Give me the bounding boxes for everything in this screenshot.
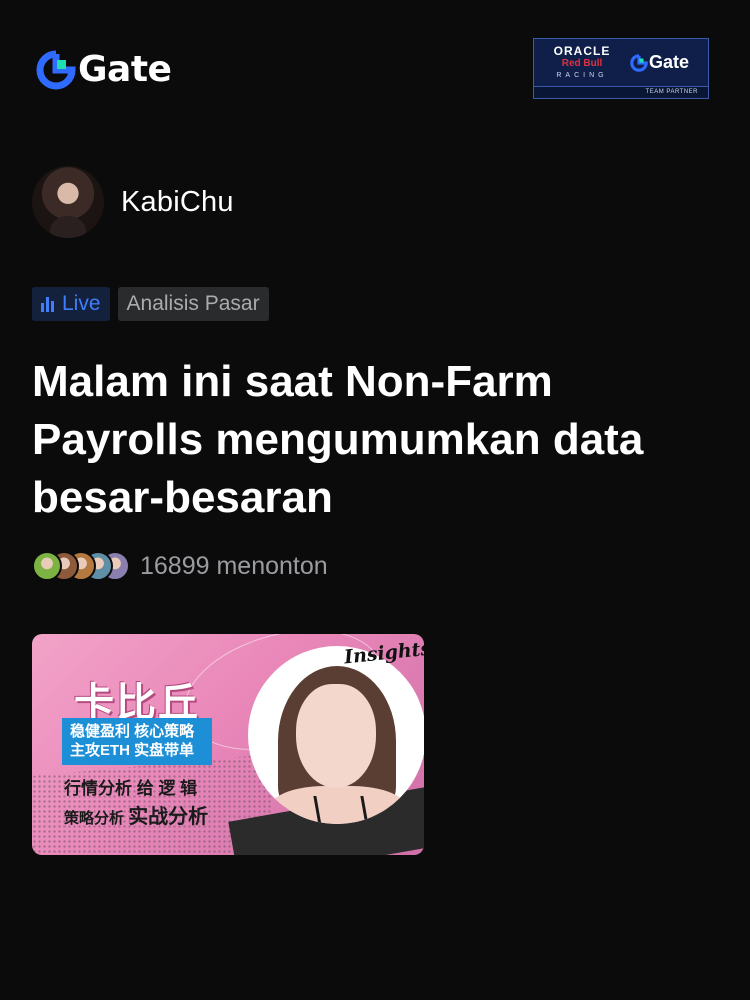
- category-tag-label: Analisis Pasar: [126, 292, 260, 315]
- author-row[interactable]: KabiChu: [32, 166, 234, 238]
- tag-row: Live Analisis Pasar: [32, 287, 269, 321]
- partner-gate-logo: Gate: [630, 52, 689, 73]
- portrait-face: [296, 684, 376, 788]
- gate-logo-icon: [36, 50, 76, 90]
- author-name[interactable]: KabiChu: [121, 186, 234, 219]
- thumbnail-line4-a: 策略分析: [64, 810, 125, 827]
- redbull-text: Red Bull: [561, 58, 603, 69]
- oracle-redbull-logo: ORACLE Red Bull RACING: [542, 45, 622, 81]
- partner-gate-text: Gate: [649, 52, 690, 72]
- team-partner-label: TEAM PARTNER: [534, 86, 708, 98]
- gate-logo-text: Gate: [78, 49, 172, 90]
- live-tag[interactable]: Live: [32, 287, 110, 321]
- author-avatar[interactable]: [32, 166, 104, 238]
- thumbnail-box-line2: 主攻ETH 实盘带单: [70, 742, 195, 759]
- viewer-avatars: [32, 551, 130, 581]
- category-tag[interactable]: Analisis Pasar: [117, 287, 269, 321]
- post-title[interactable]: Malam ini saat Non-Farm Payrolls mengumu…: [32, 353, 722, 527]
- team-partner-badge[interactable]: ORACLE Red Bull RACING Gate TEAM PARTNER: [533, 38, 709, 99]
- thumbnail-line3: 行情分析 给 逻 辑: [64, 779, 198, 798]
- live-tag-label: Live: [62, 292, 101, 315]
- viewer-count: 16899 menonton: [140, 551, 328, 580]
- page: Gate ORACLE Red Bull RACING Gate TEAM PA…: [0, 0, 750, 1000]
- thumbnail-blue-box: 稳健盈利 核心策略 主攻ETH 实盘带单: [62, 718, 212, 765]
- thumbnail-line4: 策略分析 实战分析: [64, 800, 208, 829]
- viewer-avatar: [32, 551, 62, 581]
- oracle-text: ORACLE: [553, 44, 611, 58]
- portrait-straps: [313, 796, 369, 824]
- racing-text: RACING: [556, 72, 608, 79]
- gate-logo-icon-small: [630, 53, 648, 72]
- viewers-row: 16899 menonton: [32, 551, 328, 581]
- thumbnail-portrait: [248, 646, 424, 824]
- thumbnail-box-line1: 稳健盈利 核心策略: [70, 723, 195, 740]
- thumbnail-line4-b: 实战分析: [128, 806, 209, 828]
- live-thumbnail[interactable]: Insights 卡比丘 稳健盈利 核心策略 主攻ETH 实盘带单 行情分析 给…: [32, 634, 424, 855]
- gate-logo[interactable]: Gate: [36, 49, 172, 90]
- live-bars-icon: [41, 296, 54, 312]
